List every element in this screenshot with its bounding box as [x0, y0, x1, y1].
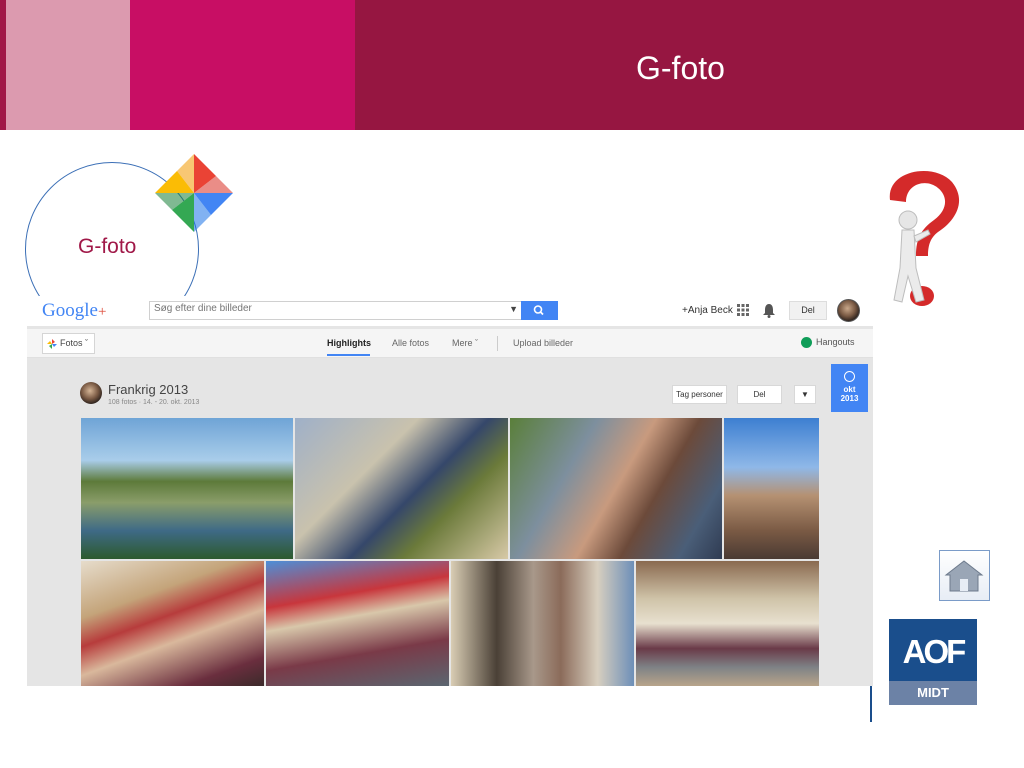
share-button[interactable]: Del [789, 301, 827, 320]
slide-title: G-foto [636, 50, 725, 86]
pinwheel-icon [47, 338, 57, 349]
circle-label: G-foto [78, 235, 137, 258]
album-owner-avatar[interactable] [80, 382, 102, 404]
search-icon [533, 305, 544, 316]
tab-highlights[interactable]: Highlights [327, 338, 371, 348]
banner-block-magenta [130, 0, 355, 130]
google-plus-logo[interactable]: Google+ [42, 300, 106, 322]
tab-alle-fotos[interactable]: Alle fotos [392, 338, 429, 348]
fotos-label: Fotos [60, 338, 83, 348]
decorative-line [870, 686, 872, 722]
chevron-down-icon: ˇ [475, 338, 479, 348]
tab-upload-billeder[interactable]: Upload billeder [513, 338, 573, 348]
aof-logo-subtext: MIDT [889, 681, 977, 705]
tab-mere[interactable]: Mere ˇ [452, 338, 478, 348]
home-button[interactable] [939, 550, 990, 601]
question-mark-figure-icon [889, 170, 960, 306]
tab-mere-label: Mere [452, 338, 473, 348]
aof-logo-text: AOF [902, 633, 967, 670]
hangouts-icon [801, 337, 812, 349]
logo-text: Google [42, 300, 98, 321]
photo-street-walk[interactable] [451, 561, 634, 686]
logo-plus: + [97, 304, 107, 320]
search-button[interactable] [521, 301, 558, 320]
album-meta: 108 fotos · 14. - 20. okt. 2013 [108, 399, 200, 406]
home-icon [944, 560, 984, 592]
date-year: 2013 [840, 394, 859, 403]
gplus-topbar: Google+ ▼ +Anja Beck Del [27, 296, 873, 326]
date-month: okt [843, 385, 856, 394]
google-photos-pinwheel-icon [155, 154, 233, 232]
search-input[interactable] [154, 303, 504, 314]
photo-couple-square[interactable] [266, 561, 449, 686]
chevron-down-icon[interactable]: ▼ [509, 304, 518, 314]
nav-divider [497, 336, 498, 351]
banner-block-pink [6, 0, 130, 130]
search-box[interactable]: ▼ [149, 301, 523, 320]
album-more-button[interactable]: ▼ [794, 385, 816, 404]
notification-bell-icon[interactable] [762, 303, 776, 318]
hangouts-label: Hangouts [816, 337, 855, 347]
google-photos-screenshot: Google+ ▼ +Anja Beck Del [27, 296, 873, 686]
user-name-link[interactable]: +Anja Beck [682, 305, 733, 316]
clock-icon [844, 371, 855, 382]
active-tab-indicator [327, 354, 370, 356]
tag-people-button[interactable]: Tag personer [672, 385, 727, 404]
album-title[interactable]: Frankrig 2013 [108, 382, 188, 397]
chevron-down-icon: ▼ [801, 390, 809, 399]
photo-church-tower[interactable] [724, 418, 819, 559]
date-tile[interactable]: okt 2013 [831, 364, 868, 412]
aof-midt-logo: AOF MIDT [889, 619, 977, 705]
apps-grid-icon[interactable] [737, 304, 749, 316]
photos-subnav: Fotos ˇ Highlights Alle fotos Mere ˇ Upl… [27, 329, 873, 358]
hangouts-link[interactable]: Hangouts [801, 337, 855, 349]
photo-woman-car[interactable] [510, 418, 722, 559]
title-banner [0, 0, 1024, 130]
photo-couple-market-hall[interactable] [636, 561, 819, 686]
chevron-down-icon: ˇ [85, 338, 89, 348]
photo-woman-cafe[interactable] [81, 561, 264, 686]
photo-river-landscape[interactable] [81, 418, 293, 559]
user-avatar[interactable] [837, 299, 860, 322]
fotos-dropdown[interactable]: Fotos ˇ [42, 333, 96, 354]
photo-gate-couple[interactable] [295, 418, 508, 559]
album-share-button[interactable]: Del [737, 385, 782, 404]
